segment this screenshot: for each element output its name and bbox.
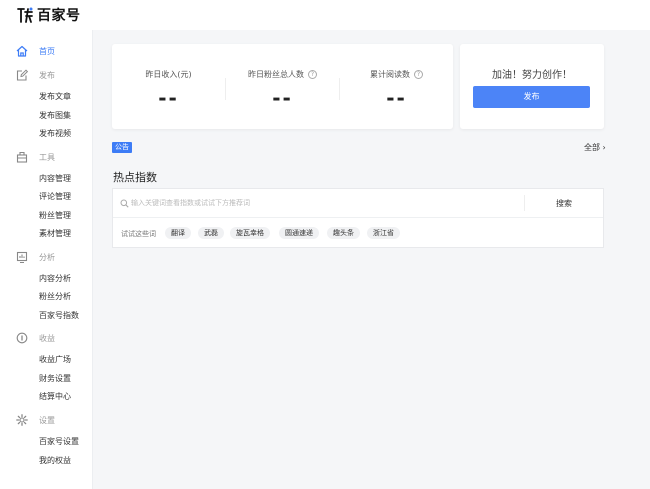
sidebar-item-publish-gallery[interactable]: 发布图集 <box>39 110 71 121</box>
sidebar-item-content-analysis[interactable]: 内容分析 <box>39 273 71 284</box>
keyword-chip[interactable]: 趣头条 <box>327 227 360 239</box>
brand-logo[interactable]: 百家号 <box>16 5 81 25</box>
sidebar-item-content-manage[interactable]: 内容管理 <box>39 173 71 184</box>
sidebar-group-analysis[interactable]: 分析 <box>0 248 93 266</box>
coin-icon <box>16 332 28 344</box>
notice-tag[interactable]: 公告 <box>112 142 132 153</box>
hot-index-panel: 搜索 试试这些词 翻译 武磊 旋瓦幸格 圆通速递 趣头条 浙江省 <box>112 188 604 248</box>
sidebar-item-label: 首页 <box>39 46 55 56</box>
sidebar-group-tools[interactable]: 工具 <box>0 148 93 166</box>
try-label: 试试这些词 <box>121 230 156 238</box>
baijiahao-logo-icon <box>17 7 33 23</box>
stat-title: 昨日收入(元) <box>145 70 192 79</box>
help-icon[interactable]: ? <box>414 70 423 79</box>
stat-total-reads: 累计阅读数? -- <box>340 44 453 129</box>
keyword-chip[interactable]: 武磊 <box>198 227 224 239</box>
keyword-chip[interactable]: 翻译 <box>165 227 191 239</box>
suggested-keywords-row: 试试这些词 翻译 武磊 旋瓦幸格 圆通速递 趣头条 浙江省 <box>113 218 603 248</box>
stat-yesterday-income: 昨日收入(元) -- <box>112 44 225 129</box>
home-icon <box>16 45 28 57</box>
hot-search-input[interactable] <box>131 195 521 211</box>
hot-index-title: 热点指数 <box>113 171 157 184</box>
sidebar-group-publish[interactable]: 发布 <box>0 66 93 84</box>
sidebar-item-home[interactable]: 首页 <box>0 42 93 60</box>
sidebar-group-label: 设置 <box>39 415 55 425</box>
sidebar-item-my-rights[interactable]: 我的权益 <box>39 455 71 466</box>
publish-card: 加油！努力创作！ 发布 <box>460 44 604 129</box>
keyword-chip[interactable]: 浙江省 <box>367 227 400 239</box>
sidebar-group-label: 收益 <box>39 333 55 343</box>
stat-value: -- <box>158 86 179 110</box>
sidebar-item-bjh-index[interactable]: 百家号指数 <box>39 310 79 321</box>
sidebar-group-settings[interactable]: 设置 <box>0 411 93 429</box>
sidebar-group-label: 工具 <box>39 152 55 162</box>
publish-button[interactable]: 发布 <box>473 86 590 108</box>
help-icon[interactable]: ? <box>308 70 317 79</box>
sidebar-item-fans-manage[interactable]: 粉丝管理 <box>39 210 71 221</box>
sidebar-item-material-manage[interactable]: 素材管理 <box>39 228 71 239</box>
sidebar-group-label: 分析 <box>39 252 55 262</box>
edit-icon <box>16 69 29 81</box>
sidebar-item-bjh-settings[interactable]: 百家号设置 <box>39 436 79 447</box>
chart-icon <box>16 251 28 264</box>
sidebar-item-publish-article[interactable]: 发布文章 <box>39 91 71 102</box>
stat-title: 累计阅读数? <box>340 69 453 80</box>
sidebar-item-comment-manage[interactable]: 评论管理 <box>39 191 71 202</box>
gear-icon <box>16 414 28 426</box>
keyword-chip[interactable]: 圆通速递 <box>279 227 319 239</box>
sidebar-item-publish-video[interactable]: 发布视频 <box>39 128 71 139</box>
search-button[interactable]: 搜索 <box>525 189 603 218</box>
toolbox-icon <box>16 151 28 163</box>
stat-title: 昨日粉丝总人数? <box>226 69 339 80</box>
stats-card: 昨日收入(元) -- 昨日粉丝总人数? -- 累计阅读数? -- <box>112 44 453 129</box>
publish-slogan: 加油！努力创作！ <box>492 70 572 81</box>
sidebar-item-fans-analysis[interactable]: 粉丝分析 <box>39 291 71 302</box>
sidebar-item-settlement-center[interactable]: 结算中心 <box>39 391 71 402</box>
sidebar-item-income-square[interactable]: 收益广场 <box>39 354 71 365</box>
sidebar-item-finance-settings[interactable]: 财务设置 <box>39 373 71 384</box>
stat-value: -- <box>272 86 293 110</box>
keyword-chip[interactable]: 旋瓦幸格 <box>230 227 270 239</box>
search-icon <box>120 199 129 208</box>
brand-name: 百家号 <box>37 8 81 24</box>
stat-yesterday-fans: 昨日粉丝总人数? -- <box>226 44 339 129</box>
stat-value: -- <box>386 86 407 110</box>
sidebar: 首页 发布 发布文章 发布图集 发布视频 工具 内容管理 评论管理 粉丝管理 素… <box>0 30 93 489</box>
all-notices-link[interactable]: 全部 › <box>584 142 606 153</box>
top-bar: 百家号 <box>0 0 650 30</box>
search-row: 搜索 <box>113 189 603 218</box>
sidebar-group-label: 发布 <box>39 70 55 80</box>
sidebar-group-income[interactable]: 收益 <box>0 329 93 347</box>
